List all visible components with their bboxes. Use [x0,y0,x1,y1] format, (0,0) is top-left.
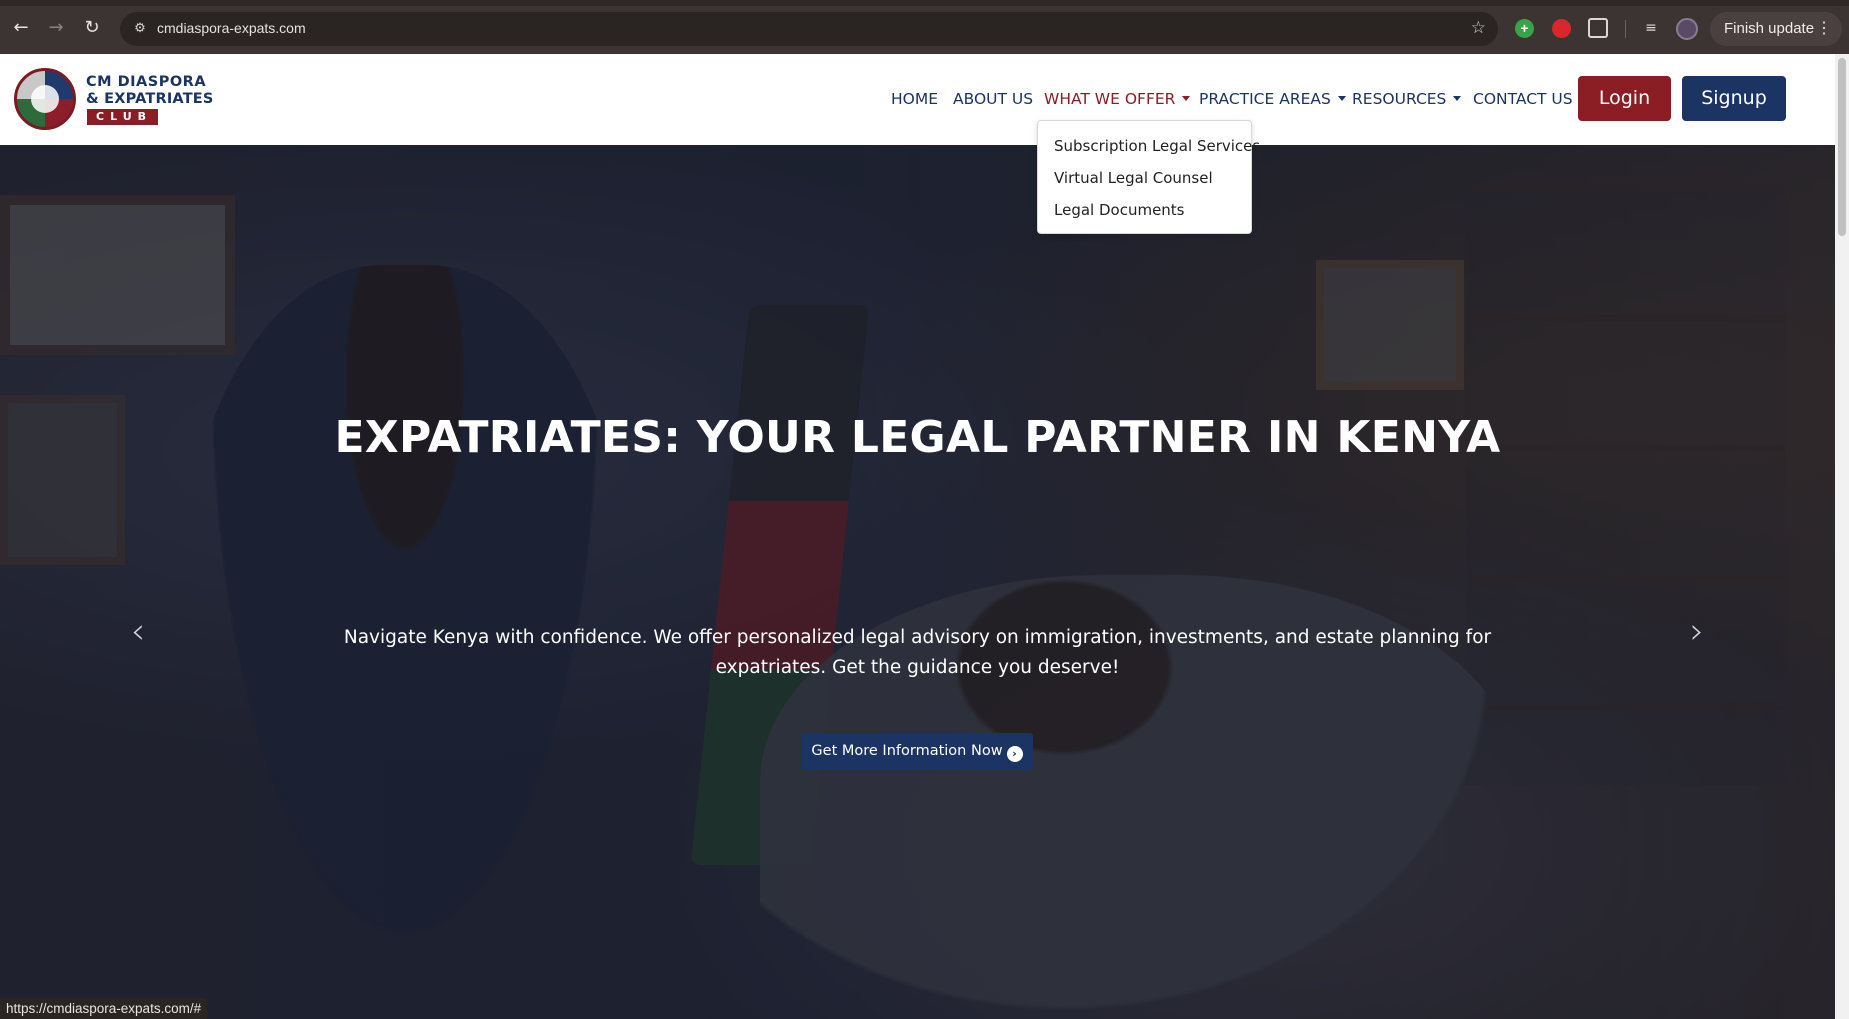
extension-red-icon[interactable] [1552,19,1571,38]
profile-avatar[interactable] [1676,18,1698,40]
carousel-prev-chevron-left-icon[interactable]: ‹ [126,612,150,652]
page-scrollbar[interactable] [1835,54,1849,1019]
hero-subtitle: Navigate Kenya with confidence. We offer… [343,627,1492,678]
get-more-information-button[interactable]: Get More Information Now › [801,733,1033,770]
back-icon[interactable]: ← [10,17,32,39]
forward-icon[interactable]: → [45,17,67,39]
extension-plus-icon[interactable]: + [1515,19,1534,38]
nav-resources[interactable]: RESOURCES [1352,90,1462,114]
nav-contact-us[interactable]: CONTACT US [1473,90,1573,114]
caret-down-icon [1182,96,1191,101]
nav-what-we-offer-label: WHAT WE OFFER [1044,90,1176,108]
what-we-offer-dropdown: Subscription Legal Services Virtual Lega… [1037,120,1260,234]
caret-down-icon [1337,96,1346,101]
site-header: CM DIASPORA & EXPATRIATES CLUB HOME ABOU… [0,54,1835,145]
logo-emblem-icon [14,68,76,130]
link-status-bar: https://cmdiaspora-expats.com/# [0,998,208,1019]
scrollbar-thumb[interactable] [1838,58,1846,236]
hero-title: EXPATRIATES: YOUR LEGAL PARTNER IN KENYA [334,412,1501,463]
address-bar[interactable]: ⚙ cmdiaspora-expats.com ☆ [120,12,1498,46]
nav-home[interactable]: HOME [891,90,938,114]
dropdown-item-legal-documents[interactable]: Legal Documents [1054,201,1185,219]
nav-what-we-offer[interactable]: WHAT WE OFFER [1044,90,1191,114]
logo-text-line2: & EXPATRIATES [86,91,214,107]
address-bar-url[interactable]: cmdiaspora-expats.com [157,20,306,36]
arrow-circle-right-icon: › [1006,746,1023,762]
signup-button[interactable]: Signup [1682,76,1786,121]
browser-toolbar: ← → ↻ ⚙ cmdiaspora-expats.com ☆ + ≡ Fini… [0,0,1849,54]
nav-practice-areas[interactable]: PRACTICE AREAS [1199,90,1346,114]
caret-down-icon [1453,96,1462,101]
extensions-puzzle-icon[interactable] [1588,18,1608,38]
finish-update-label: Finish update [1724,20,1815,37]
site-settings-icon[interactable]: ⚙ [130,19,150,39]
hero-carousel: EXPATRIATES: YOUR LEGAL PARTNER IN KENYA… [0,145,1835,1019]
hero-dark-overlay [0,145,1835,1019]
carousel-next-chevron-right-icon[interactable]: › [1685,612,1709,652]
tab-strip [0,0,1849,6]
login-button[interactable]: Login [1578,76,1671,121]
reload-icon[interactable]: ↻ [81,17,103,39]
nav-resources-label: RESOURCES [1352,90,1447,108]
logo-text-club: CLUB [87,109,158,125]
logo-text-line1: CM DIASPORA [86,74,207,90]
cta-label: Get More Information Now [811,743,1003,759]
nav-about-us[interactable]: ABOUT US [953,90,1033,114]
menu-dots-icon[interactable]: ⋮ [1816,12,1832,46]
finish-update-button[interactable]: Finish update ⋮ [1710,12,1842,46]
media-control-icon[interactable]: ≡ [1642,19,1660,37]
dropdown-item-virtual-legal-counsel[interactable]: Virtual Legal Counsel [1054,169,1213,187]
dropdown-item-subscription-legal-services[interactable]: Subscription Legal Services [1054,137,1260,155]
toolbar-divider [1625,20,1626,38]
nav-practice-areas-label: PRACTICE AREAS [1199,90,1331,108]
bookmark-star-icon[interactable]: ☆ [1471,18,1486,38]
